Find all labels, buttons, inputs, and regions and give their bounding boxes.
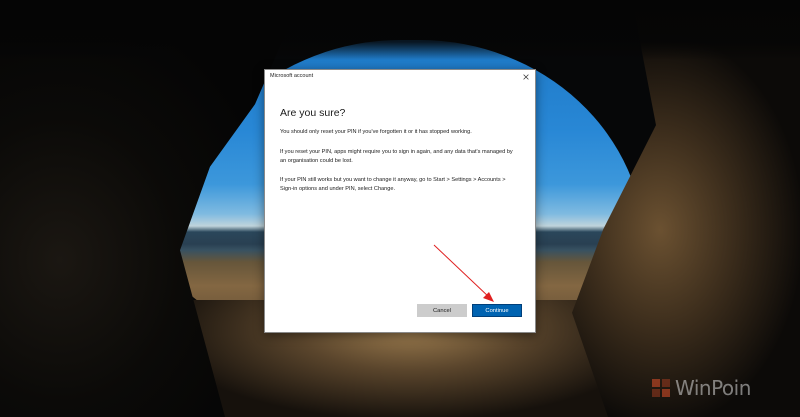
cave-ceiling [0,0,800,60]
watermark: WinPoin [652,376,751,400]
dialog-message-data-loss: If you reset your PIN, apps might requir… [280,149,513,164]
cancel-button[interactable]: Cancel [417,304,467,317]
dialog-heading: Are you sure? [280,107,346,119]
reset-pin-dialog: Microsoft account Are you sure? You shou… [264,69,536,333]
close-button[interactable] [520,71,532,82]
desktop-background: Microsoft account Are you sure? You shou… [0,0,800,417]
window-title: Microsoft account [270,73,314,79]
continue-button[interactable]: Continue [472,304,522,317]
dialog-message-forgotten: You should only reset your PIN if you've… [280,129,472,135]
watermark-text: WinPoin [675,376,751,400]
winpoin-logo-icon [652,379,670,397]
dialog-titlebar[interactable]: Microsoft account [265,70,535,84]
close-icon [523,73,529,80]
dialog-message-change-pin: If your PIN still works but you want to … [280,177,506,192]
